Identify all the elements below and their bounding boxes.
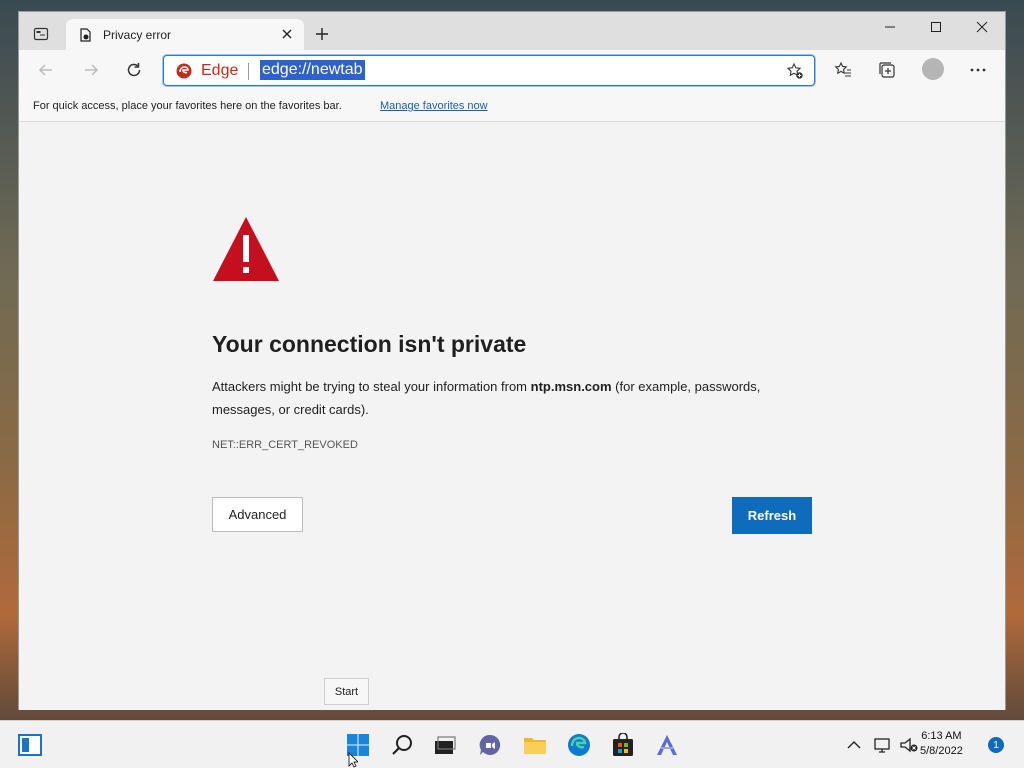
tab-actions-icon[interactable]	[33, 26, 49, 42]
advanced-button[interactable]: Advanced	[212, 497, 303, 532]
browser-window: Privacy error Edge edge://newtab For qui…	[18, 11, 1006, 710]
address-bar[interactable]: Edge edge://newtab	[163, 55, 815, 86]
taskbar: 6:13 AM 5/8/2022 1	[0, 720, 1024, 768]
address-separator	[248, 63, 249, 80]
manage-favorites-link[interactable]: Manage favorites now	[380, 100, 488, 112]
volume-muted-icon[interactable]	[899, 733, 919, 757]
start-tooltip: Start	[324, 678, 369, 705]
url-text[interactable]: edge://newtab	[260, 60, 365, 80]
maximize-icon	[931, 22, 941, 32]
tab-title: Privacy error	[103, 28, 172, 42]
file-explorer-icon[interactable]	[523, 733, 547, 757]
refresh-icon[interactable]	[125, 61, 143, 79]
collections-icon[interactable]	[878, 61, 896, 79]
desktop-icon[interactable]	[0, 240, 18, 280]
chat-icon[interactable]	[478, 733, 502, 757]
task-view-icon[interactable]	[433, 733, 457, 757]
description-host: ntp.msn.com	[530, 379, 612, 394]
system-clock[interactable]: 6:13 AM 5/8/2022	[920, 729, 963, 759]
desktop-icon[interactable]	[0, 420, 18, 460]
toolbar: Edge edge://newtab	[19, 50, 1005, 92]
close-icon[interactable]	[280, 27, 294, 41]
clock-time: 6:13 AM	[921, 730, 962, 742]
page-title: Your connection isn't private	[212, 331, 527, 357]
more-icon[interactable]	[969, 61, 987, 79]
store-icon[interactable]	[611, 733, 635, 757]
minimize-button[interactable]	[867, 12, 913, 42]
chevron-up-icon[interactable]	[845, 733, 863, 757]
favorites-bar: For quick access, place your favorites h…	[19, 92, 1005, 122]
desktop-icon[interactable]	[0, 60, 18, 100]
mouse-cursor-icon	[348, 752, 358, 768]
minimize-icon	[885, 26, 895, 28]
title-bar: Privacy error	[19, 12, 1005, 51]
add-favorite-icon[interactable]	[786, 62, 804, 80]
error-code: NET::ERR_CERT_REVOKED	[212, 439, 358, 451]
forward-icon[interactable]	[82, 61, 100, 79]
widgets-icon[interactable]	[18, 733, 42, 757]
error-page: Your connection isn't private Attackers …	[19, 123, 1005, 710]
app-icon[interactable]	[655, 733, 679, 757]
profile-icon[interactable]	[922, 58, 944, 80]
warning-favicon	[80, 28, 91, 42]
plus-icon[interactable]	[315, 27, 329, 41]
favorites-bar-message: For quick access, place your favorites h…	[33, 100, 342, 112]
warning-triangle-icon	[213, 217, 279, 281]
back-icon[interactable]	[37, 61, 55, 79]
notification-badge[interactable]: 1	[988, 737, 1004, 753]
description-prefix: Attackers might be trying to steal your …	[212, 379, 528, 394]
clock-date: 5/8/2022	[920, 745, 963, 757]
site-label: Edge	[201, 62, 239, 79]
network-icon[interactable]	[873, 733, 893, 757]
error-description: Attackers might be trying to steal your …	[212, 375, 812, 421]
maximize-button[interactable]	[913, 12, 959, 42]
edge-icon[interactable]	[567, 733, 591, 757]
window-close-button[interactable]	[959, 12, 1005, 42]
tab-privacy-error[interactable]: Privacy error	[66, 19, 304, 51]
window-close-icon	[976, 21, 988, 33]
refresh-button[interactable]: Refresh	[732, 497, 812, 534]
desktop-icon[interactable]	[0, 540, 18, 580]
search-icon[interactable]	[391, 733, 415, 757]
edge-logo-icon	[176, 63, 192, 79]
favorites-icon[interactable]	[834, 61, 852, 79]
